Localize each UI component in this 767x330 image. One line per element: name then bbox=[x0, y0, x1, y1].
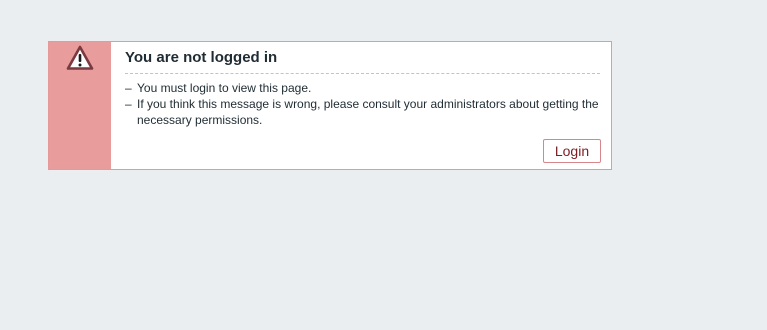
message-details: You must login to view this page. If you… bbox=[125, 80, 600, 128]
login-button[interactable]: Login bbox=[543, 139, 601, 163]
message-detail-item: You must login to view this page. bbox=[125, 80, 600, 96]
message-content: You are not logged in You must login to … bbox=[111, 42, 611, 169]
warning-icon bbox=[66, 45, 94, 71]
message-title: You are not logged in bbox=[125, 49, 600, 74]
message-detail-item: If you think this message is wrong, plea… bbox=[125, 96, 600, 128]
message-side-bar bbox=[49, 42, 111, 169]
error-message-box: You are not logged in You must login to … bbox=[48, 41, 612, 170]
